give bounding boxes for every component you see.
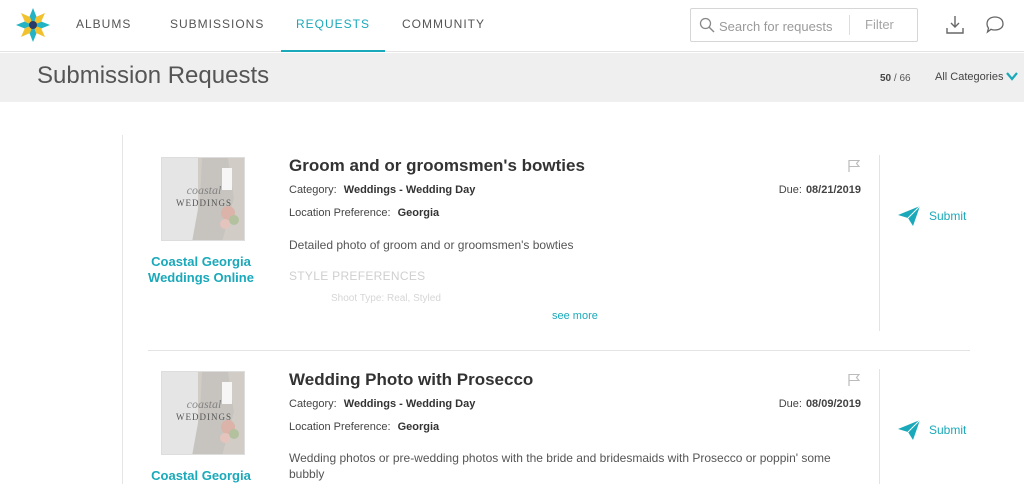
card-separator: [148, 350, 970, 351]
category-label: Category:: [289, 398, 337, 410]
due-row: Due: 08/09/2019: [741, 398, 861, 410]
request-title[interactable]: Wedding Photo with Prosecco: [289, 370, 533, 390]
paper-plane-icon: [898, 419, 921, 440]
owner-name[interactable]: Coastal Georgia Weddings Online: [131, 254, 271, 286]
due-value: 08/09/2019: [805, 398, 861, 410]
due-label: Due:: [778, 398, 802, 410]
search-input[interactable]: [719, 16, 847, 36]
request-description: Detailed photo of groom and or groomsmen…: [289, 238, 574, 252]
request-description: Wedding photos or pre-wedding photos wit…: [289, 451, 831, 481]
top-nav: ALBUMS SUBMISSIONS REQUESTS COMMUNITY Fi…: [0, 0, 1024, 52]
thumb-wordmark: WEDDINGS: [176, 412, 232, 422]
chat-icon[interactable]: [984, 14, 1006, 36]
search-divider: [849, 15, 850, 35]
location-row: Location Preference: Georgia: [289, 207, 439, 219]
thumb-wordmark: WEDDINGS: [176, 198, 232, 208]
location-label: Location Preference:: [289, 207, 391, 219]
due-label: Due:: [778, 184, 802, 196]
request-title[interactable]: Groom and or groomsmen's bowties: [289, 156, 585, 176]
search-icon: [699, 17, 715, 33]
search-box: Filter: [690, 8, 918, 42]
see-more-link[interactable]: see more: [552, 310, 598, 322]
nav-submissions[interactable]: SUBMISSIONS: [170, 0, 264, 52]
submit-label: Submit: [929, 423, 967, 437]
page-title: Submission Requests: [37, 62, 270, 89]
style-preferences-heading: STYLE PREFERENCES: [289, 269, 426, 283]
flag-icon[interactable]: [847, 373, 861, 387]
count-current: 50: [880, 73, 892, 84]
filter-button[interactable]: Filter: [865, 17, 894, 32]
location-label: Location Preference:: [289, 421, 391, 433]
svg-text:coastal: coastal: [187, 183, 222, 197]
flag-icon[interactable]: [847, 159, 861, 173]
count-separator: /: [893, 73, 897, 84]
category-label: Category:: [289, 184, 337, 196]
owner-name[interactable]: Coastal Georgia: [131, 468, 271, 484]
card-divider: [879, 155, 880, 331]
request-count: 50 / 66: [880, 73, 911, 84]
location-value: Georgia: [397, 421, 440, 433]
submit-label: Submit: [929, 209, 967, 223]
title-band: Submission Requests 50 / 66 All Categori…: [0, 53, 1024, 102]
nav-albums[interactable]: ALBUMS: [76, 0, 131, 52]
owner-thumbnail[interactable]: coastal WEDDINGS: [161, 371, 245, 455]
requests-panel: coastal WEDDINGS Coastal Georgia Wedding…: [122, 135, 1002, 484]
category-value: Weddings - Wedding Day: [343, 398, 476, 410]
location-row: Location Preference: Georgia: [289, 421, 439, 433]
svg-text:coastal: coastal: [187, 397, 222, 411]
paper-plane-icon: [898, 205, 921, 226]
owner-thumbnail[interactable]: coastal WEDDINGS: [161, 157, 245, 241]
nav-community[interactable]: COMMUNITY: [402, 0, 485, 52]
card-divider: [879, 369, 880, 484]
logo-icon[interactable]: [16, 8, 50, 42]
category-row: Category: Weddings - Wedding Day: [289, 398, 475, 410]
category-value: Weddings - Wedding Day: [343, 184, 476, 196]
location-value: Georgia: [397, 207, 440, 219]
category-row: Category: Weddings - Wedding Day: [289, 184, 475, 196]
shoot-type: Shoot Type: Real, Styled: [331, 293, 441, 304]
download-icon[interactable]: [944, 14, 966, 36]
category-select[interactable]: All Categories: [935, 71, 1003, 83]
nav-requests[interactable]: REQUESTS: [281, 0, 386, 52]
count-total: 66: [899, 73, 911, 84]
due-row: Due: 08/21/2019: [741, 184, 861, 196]
due-value: 08/21/2019: [805, 184, 861, 196]
chevron-down-icon[interactable]: [1005, 70, 1019, 82]
